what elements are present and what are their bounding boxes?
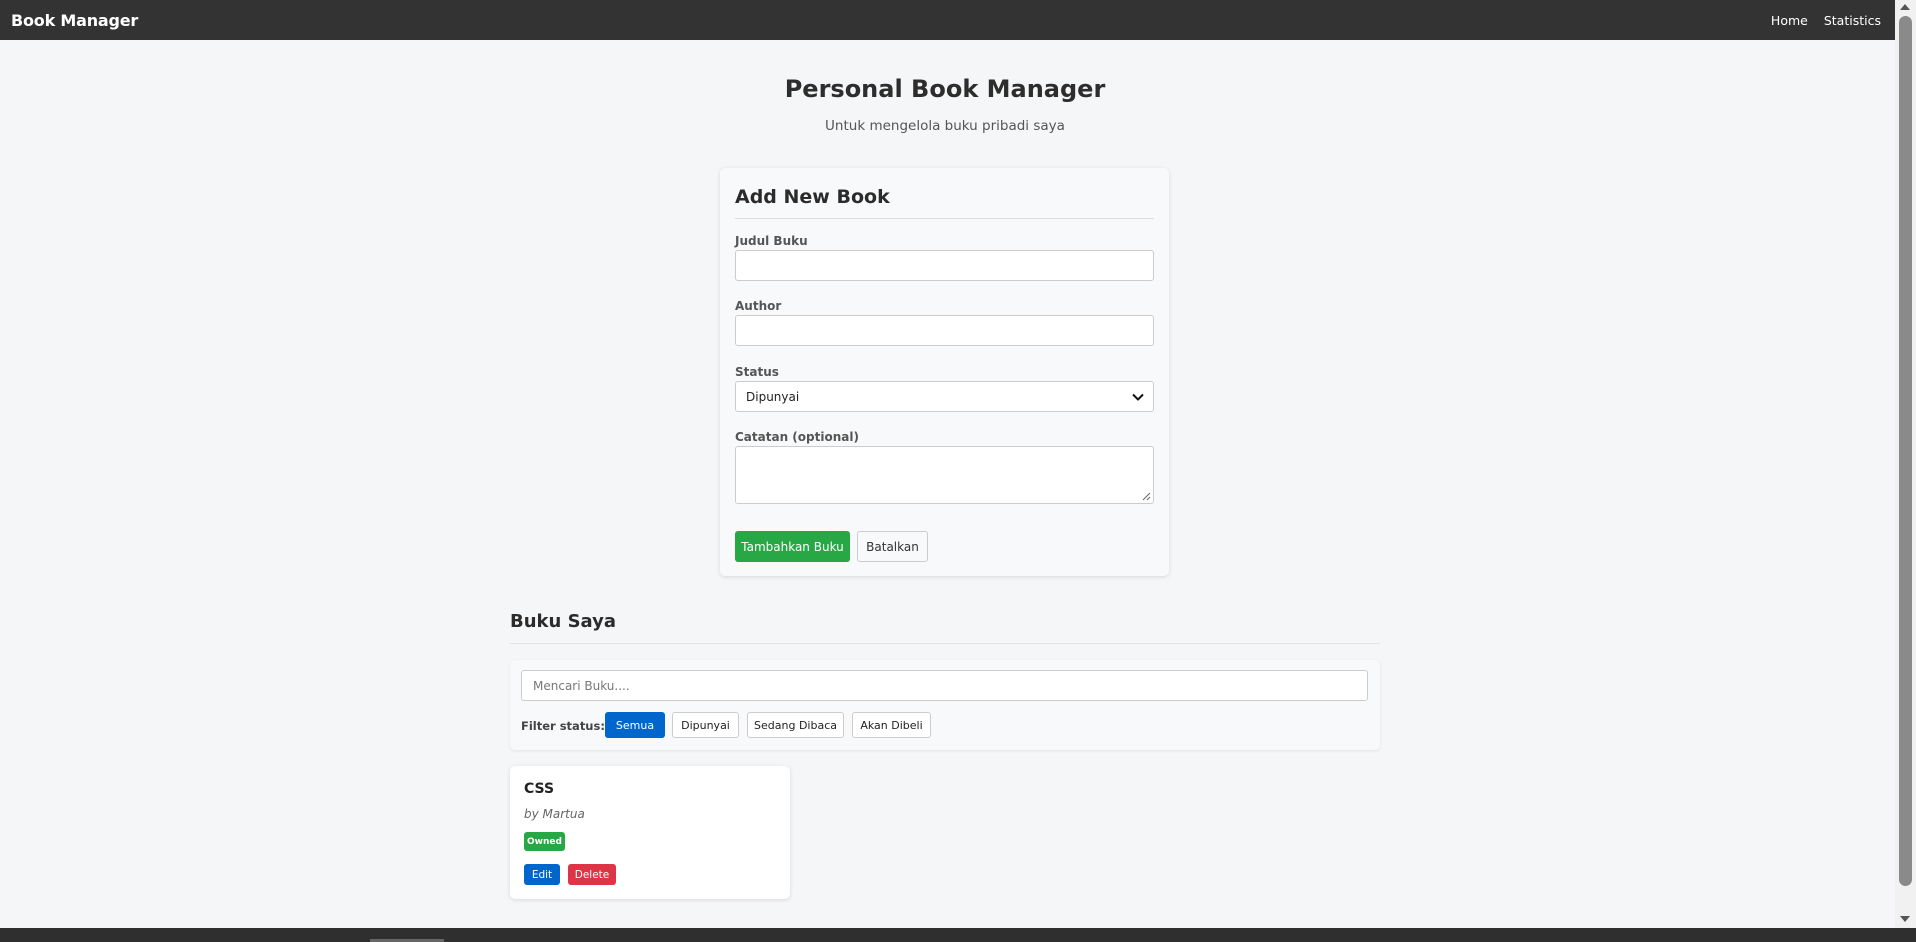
nav-link-statistics[interactable]: Statistics <box>1824 13 1881 28</box>
navbar: Book Manager Home Statistics <box>0 0 1895 40</box>
notes-label: Catatan (optional) <box>735 430 859 444</box>
brand-title[interactable]: Book Manager <box>11 11 138 30</box>
delete-button[interactable]: Delete <box>568 864 616 885</box>
notes-textarea[interactable] <box>735 446 1154 504</box>
book-title: CSS <box>524 781 555 797</box>
resize-handle-icon[interactable] <box>1142 492 1151 501</box>
main-content: Personal Book Manager Untuk mengelola bu… <box>0 40 1895 928</box>
scroll-up-icon[interactable] <box>1900 4 1910 10</box>
status-label: Status <box>735 365 779 379</box>
books-section-title: Buku Saya <box>510 611 617 632</box>
filter-wishlist-button[interactable]: Akan Dibeli <box>852 712 931 738</box>
author-label: Author <box>735 299 782 313</box>
title-input[interactable] <box>735 250 1154 281</box>
filter-panel: Filter status: Semua Dipunyai Sedang Dib… <box>510 660 1380 750</box>
author-input[interactable] <box>735 315 1154 346</box>
filter-owned-button[interactable]: Dipunyai <box>672 712 739 738</box>
add-book-button[interactable]: Tambahkan Buku <box>735 531 850 562</box>
nav-links: Home Statistics <box>1771 13 1881 28</box>
form-title: Add New Book <box>735 186 890 208</box>
add-book-form: Add New Book Judul Buku Author Status Di… <box>720 168 1169 576</box>
title-label: Judul Buku <box>735 234 808 248</box>
form-divider <box>735 218 1154 219</box>
taskbar <box>0 928 1916 942</box>
cancel-button[interactable]: Batalkan <box>857 531 928 562</box>
status-badge: Owned <box>524 832 565 851</box>
filter-label: Filter status: <box>521 719 605 733</box>
scroll-down-icon[interactable] <box>1900 916 1910 922</box>
search-input[interactable] <box>521 670 1368 701</box>
section-divider <box>510 643 1380 644</box>
book-author: by Martua <box>524 807 585 821</box>
page-scrollbar[interactable] <box>1895 0 1916 928</box>
scroll-thumb[interactable] <box>1899 16 1912 886</box>
chevron-down-icon <box>1132 393 1144 401</box>
status-select-value: Dipunyai <box>746 389 800 404</box>
book-card: CSS by Martua Owned Edit Delete <box>510 766 790 899</box>
page-subtitle: Untuk mengelola buku pribadi saya <box>825 118 1065 134</box>
page-title: Personal Book Manager <box>784 75 1106 103</box>
filter-all-button[interactable]: Semua <box>605 712 665 738</box>
status-select[interactable]: Dipunyai <box>735 381 1154 412</box>
nav-link-home[interactable]: Home <box>1771 13 1808 28</box>
edit-button[interactable]: Edit <box>524 864 560 885</box>
filter-reading-button[interactable]: Sedang Dibaca <box>747 712 844 738</box>
